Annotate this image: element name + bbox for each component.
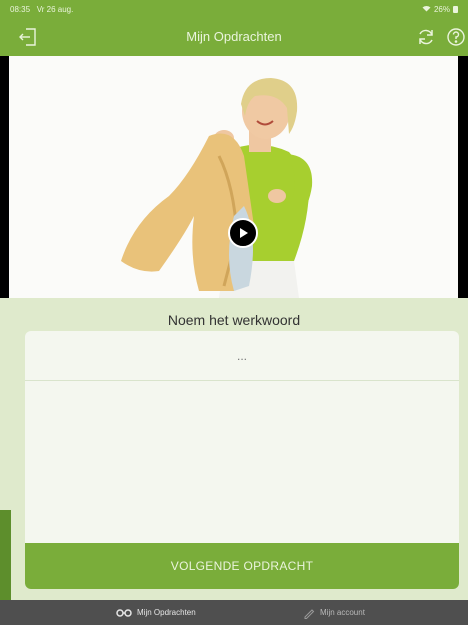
tab-bar: Mijn Opdrachten Mijn account [0, 600, 468, 625]
page-title: Mijn Opdrachten [186, 29, 282, 44]
pen-icon [304, 608, 315, 619]
tab-mijn-opdrachten[interactable]: Mijn Opdrachten [116, 600, 196, 625]
video-still-image [9, 56, 458, 298]
tab-label: Mijn account [320, 608, 365, 617]
video-player[interactable] [0, 56, 468, 298]
app-header: 08:35 Vr 26 aug. 26% Mijn Opdrachten [0, 0, 468, 56]
app-root: 08:35 Vr 26 aug. 26% Mijn Opdrachten Noe… [0, 0, 468, 625]
tab-label: Mijn Opdrachten [137, 608, 196, 617]
video-frame [9, 56, 458, 298]
status-bar: 08:35 Vr 26 aug. 26% [0, 0, 468, 16]
battery-percentage: 26% [433, 5, 450, 14]
status-indicators: 26% [422, 5, 458, 14]
question-text: Noem het werkwoord [167, 312, 301, 328]
status-time: 08:35 [10, 5, 31, 14]
answer-input[interactable] [25, 331, 459, 381]
refresh-icon[interactable] [415, 26, 437, 48]
glasses-icon [116, 608, 132, 617]
status-date: Vr 26 aug. [36, 5, 74, 14]
wifi-icon [422, 5, 431, 14]
tab-mijn-account[interactable]: Mijn account [303, 600, 365, 625]
play-button[interactable] [228, 218, 258, 248]
battery-icon [453, 6, 458, 13]
next-assignment-button[interactable]: VOLGENDE OPDRACHT [25, 543, 459, 589]
side-strip [0, 510, 11, 600]
help-icon[interactable] [445, 26, 467, 48]
play-icon [240, 228, 248, 238]
answer-card: VOLGENDE OPDRACHT [25, 331, 459, 589]
exercise-panel: Noem het werkwoord VOLGENDE OPDRACHT [0, 298, 468, 600]
